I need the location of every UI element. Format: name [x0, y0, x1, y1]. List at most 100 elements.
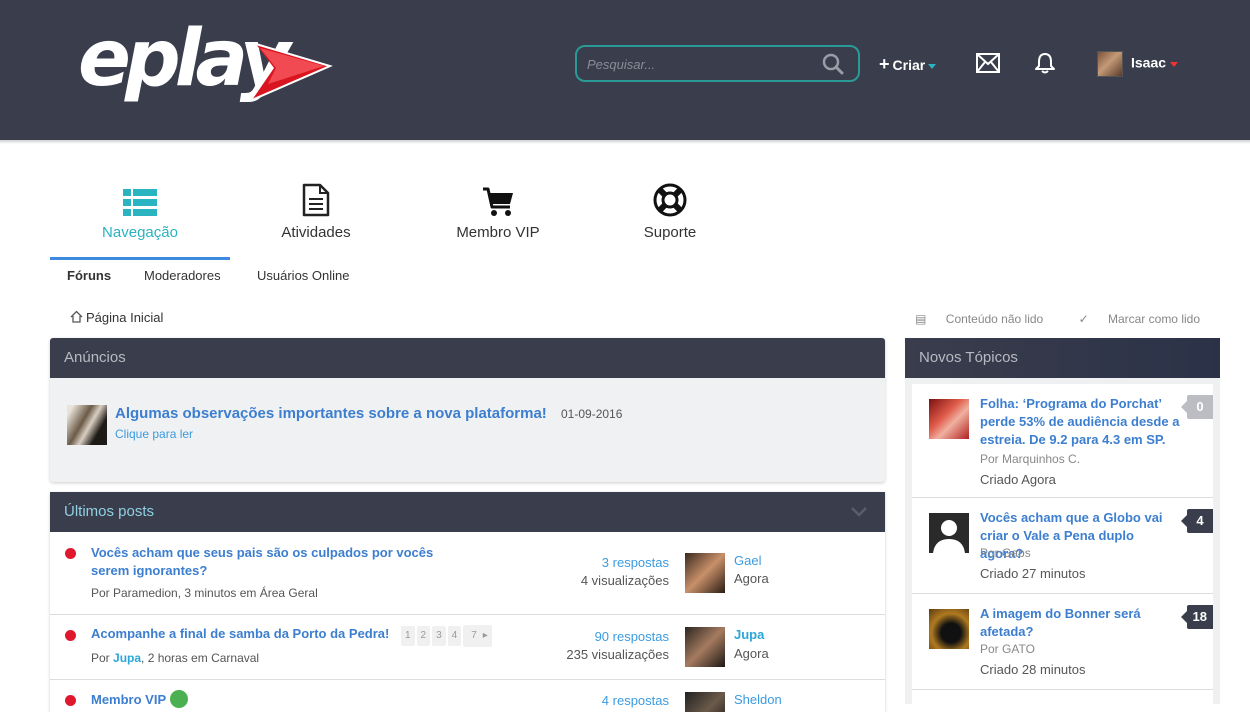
lifebuoy-icon: [580, 175, 760, 217]
page-last-number: 7: [467, 626, 481, 646]
last-poster[interactable]: Jupa: [734, 627, 764, 642]
read-more-link[interactable]: Clique para ler: [115, 427, 193, 441]
views-count: 4 visualizações: [580, 573, 669, 588]
last-poster[interactable]: Sheldon: [734, 692, 782, 707]
table-row: Membro VIP 4 respostas Sheldon: [50, 680, 885, 712]
last-poster[interactable]: Gael: [734, 553, 761, 568]
post-meta: Por Paramedion, 3 minutos em Área Geral: [91, 586, 318, 600]
post-stats: 3 respostas 4 visualizações: [581, 554, 669, 590]
default-user-icon: [933, 520, 965, 553]
breadcrumb-home[interactable]: Página Inicial: [86, 310, 163, 325]
topic-title[interactable]: Folha: ‘Programa do Porchat’ perde 53% d…: [980, 395, 1180, 449]
last-post-time: Agora: [734, 646, 769, 661]
tab-label: Membro VIP: [456, 224, 540, 241]
mark-read-link[interactable]: ✓ Marcar como lido: [1063, 312, 1200, 326]
table-row: Vocês acham que seus pais são os culpado…: [50, 532, 885, 615]
breadcrumb[interactable]: Página Inicial: [70, 310, 163, 326]
unread-dot-icon: [65, 630, 76, 641]
subtab-usuarios-online[interactable]: Usuários Online: [257, 268, 350, 283]
document-icon: [226, 175, 406, 217]
search-icon[interactable]: [822, 53, 844, 80]
post-title[interactable]: Membro VIP: [91, 692, 166, 707]
page-link[interactable]: 3: [432, 626, 446, 646]
mark-read-label: Marcar como lido: [1107, 312, 1200, 326]
post-title[interactable]: Vocês acham que seus pais são os culpado…: [91, 544, 471, 580]
topic-author: Por Marquinhos C.: [980, 452, 1081, 466]
topic-created: Criado 28 minutos: [980, 662, 1086, 677]
meta-by: Por: [91, 651, 114, 665]
page-link[interactable]: 4: [447, 626, 462, 646]
bell-icon[interactable]: [1034, 52, 1056, 79]
search-box: [575, 45, 860, 82]
announcement-item: Algumas observações importantes sobre a …: [50, 378, 885, 482]
document-small-icon: ▤: [915, 312, 927, 326]
list-item: Folha: ‘Programa do Porchat’ perde 53% d…: [912, 384, 1213, 498]
tab-label: Suporte: [643, 224, 697, 241]
page-link[interactable]: 7 ▸: [463, 625, 492, 647]
replies-link[interactable]: 4 respostas: [602, 692, 669, 710]
check-circle-icon: ✓: [1078, 312, 1089, 326]
avatar[interactable]: [685, 627, 725, 667]
reply-count-badge: 0: [1181, 395, 1213, 419]
list-item: [912, 690, 1213, 704]
mail-icon[interactable]: [976, 53, 1000, 78]
avatar[interactable]: [929, 609, 969, 649]
home-icon: [70, 310, 83, 326]
announcements-panel: Anúncios Algumas observações importantes…: [50, 338, 885, 482]
post-meta: Por Jupa, 2 horas em Carnaval: [91, 651, 259, 665]
subtab-moderadores[interactable]: Moderadores: [144, 268, 221, 283]
author-link[interactable]: Jupa: [113, 651, 141, 665]
topic-author: Por GATO: [980, 642, 1035, 656]
topic-author: Por Gabs: [980, 546, 1031, 560]
list-icon: [50, 175, 230, 217]
avatar[interactable]: [685, 553, 725, 593]
tab-membro-vip[interactable]: Membro VIP: [408, 175, 588, 260]
views-count: 235 visualizações: [566, 647, 669, 662]
avatar[interactable]: [929, 399, 969, 439]
unread-label: Conteúdo não lido: [945, 312, 1044, 326]
subtab-foruns[interactable]: Fóruns: [67, 268, 111, 283]
caret-down-icon: [1170, 61, 1179, 67]
eplay-logo[interactable]: eplay: [78, 14, 338, 124]
tab-atividades[interactable]: Atividades: [226, 175, 406, 260]
post-title-wrap: Acompanhe a final de samba da Porto da P…: [91, 625, 494, 647]
create-menu-button[interactable]: + Criar: [879, 54, 937, 75]
post-stats: 4 respostas: [602, 692, 669, 710]
post-title-wrap: Membro VIP: [91, 690, 189, 709]
pagination: 1 2 3 4 7 ▸: [400, 625, 494, 647]
page-link[interactable]: 2: [416, 626, 431, 646]
avatar[interactable]: [929, 513, 969, 553]
chevron-down-icon[interactable]: [851, 504, 867, 521]
play-arrow-icon: [251, 43, 333, 101]
unread-dot-icon: [65, 548, 76, 559]
replies-link[interactable]: 90 respostas: [566, 628, 669, 646]
table-row: Acompanhe a final de samba da Porto da P…: [50, 615, 885, 680]
unread-content-link[interactable]: ▤ Conteúdo não lido: [899, 312, 1043, 326]
main-nav: Navegação Atividades Membro VIP Suporte: [50, 175, 730, 260]
announcement-title[interactable]: Algumas observações importantes sobre a …: [115, 405, 547, 422]
post-stats: 90 respostas 235 visualizações: [566, 628, 669, 664]
sub-nav: Fóruns Moderadores Usuários Online: [50, 262, 550, 288]
search-input[interactable]: [587, 55, 817, 73]
caret-down-icon: [928, 63, 937, 69]
avatar[interactable]: [685, 692, 725, 712]
tab-navegacao[interactable]: Navegação: [50, 175, 230, 260]
user-menu[interactable]: Isaac: [1097, 51, 1179, 77]
tab-label: Atividades: [281, 224, 351, 241]
announcement-date: 01-09-2016: [561, 407, 623, 421]
meta-rest: , 2 horas em Carnaval: [141, 651, 260, 665]
tab-suporte[interactable]: Suporte: [580, 175, 760, 260]
page-link[interactable]: 1: [400, 626, 415, 646]
forum-tools: ▤ Conteúdo não lido ✓ Marcar como lido: [883, 312, 1200, 326]
reply-count-badge: 18: [1180, 605, 1213, 629]
replies-link[interactable]: 3 respostas: [581, 554, 669, 572]
topic-title[interactable]: A imagem do Bonner será afetada?: [980, 605, 1180, 641]
new-topics-panel: Novos Tópicos Folha: ‘Programa do Porcha…: [905, 338, 1220, 704]
topic-created: Criado 27 minutos: [980, 566, 1086, 581]
panel-header: Últimos posts: [50, 492, 885, 532]
cart-icon: [408, 175, 588, 217]
avatar[interactable]: [67, 405, 107, 445]
list-item: A imagem do Bonner será afetada? Por GAT…: [912, 594, 1213, 690]
create-label: Criar: [892, 57, 926, 73]
post-title[interactable]: Acompanhe a final de samba da Porto da P…: [91, 626, 389, 641]
